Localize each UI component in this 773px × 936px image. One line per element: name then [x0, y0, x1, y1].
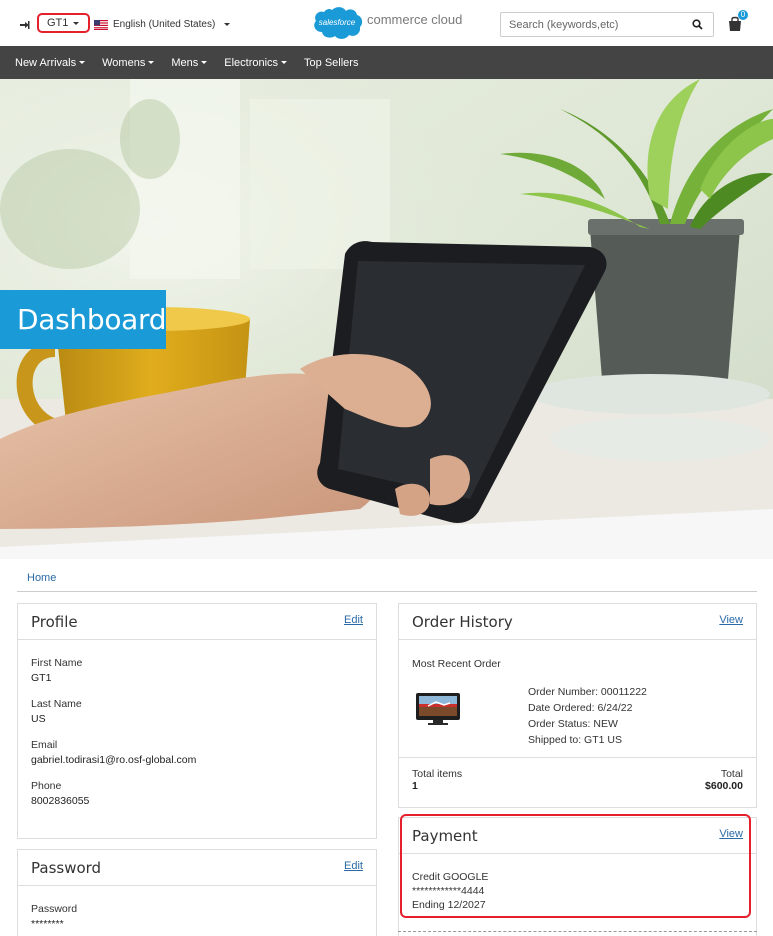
nav-item-electronics[interactable]: Electronics	[224, 56, 288, 69]
password-card-body: Password ********	[18, 886, 376, 936]
date-ordered: Date Ordered: 6/24/22	[528, 702, 633, 714]
shipped-to: Shipped to: GT1 US	[528, 734, 622, 746]
user-dropdown-button[interactable]: GT1	[37, 13, 91, 33]
profile-card-body: First Name GT1 Last Name US Email gabrie…	[18, 640, 376, 834]
logo-text: commerce cloud	[367, 11, 463, 27]
chevron-down-icon	[79, 61, 86, 64]
nav-item-label: New Arrivals	[15, 56, 77, 69]
search-icon[interactable]	[687, 15, 707, 35]
chevron-down-icon	[201, 61, 208, 64]
order-history-header: Order History View	[399, 604, 756, 640]
password-edit-link[interactable]: Edit	[344, 860, 363, 872]
user-name: GT1	[47, 17, 69, 29]
password-label: Password	[31, 903, 78, 915]
breadcrumb: Home	[17, 564, 757, 592]
language-selector[interactable]: English (United States)	[94, 19, 231, 30]
nav-item-new-arrivals[interactable]: New Arrivals	[15, 56, 86, 69]
tv-product-image	[414, 692, 462, 726]
order-total-label: Total	[720, 768, 743, 780]
profile-title: Profile	[31, 612, 78, 631]
total-items-label: Total items	[412, 768, 463, 780]
nav-item-mens[interactable]: Mens	[171, 56, 208, 69]
order-history-body: Most Recent Order Order Number: 00011222…	[399, 640, 756, 762]
order-info: Order Number: 00011222 Date Ordered: 6/2…	[528, 684, 647, 748]
nav-item-label: Womens	[102, 56, 146, 69]
sign-in-icon	[20, 20, 30, 30]
language-label: English (United States)	[113, 19, 216, 30]
minicart-button[interactable]: 0	[726, 10, 748, 34]
us-flag-icon	[94, 19, 108, 30]
password-card-header: Password Edit	[18, 850, 376, 886]
first-name-value: GT1	[31, 672, 52, 684]
search-box	[500, 12, 714, 37]
phone-label: Phone	[31, 780, 62, 792]
page-title: Dashboard	[0, 290, 167, 349]
order-history-title: Order History	[412, 612, 513, 631]
phone-value: 8002836055	[31, 795, 90, 807]
total-items: Total items 1	[412, 768, 462, 792]
password-title: Password	[31, 858, 102, 877]
nav-item-label: Electronics	[224, 56, 279, 69]
order-number: Order Number: 00011222	[528, 686, 647, 698]
order-history-card: Order History View Most Recent Order Ord…	[398, 603, 757, 808]
site-logo[interactable]: salesforce commerce cloud	[311, 5, 462, 41]
email-label: Email	[31, 739, 58, 751]
chevron-down-icon	[73, 21, 80, 25]
profile-card-header: Profile Edit	[18, 604, 376, 640]
chevron-down-icon	[224, 23, 231, 26]
main-navigation: New Arrivals Womens Mens Electronics Top…	[0, 46, 773, 79]
order-totals: Total items 1 Total $600.00	[399, 757, 756, 802]
most-recent-order-label: Most Recent Order	[412, 658, 501, 670]
first-name-label: First Name	[31, 657, 83, 669]
nav-item-womens[interactable]: Womens	[102, 56, 155, 69]
recent-order-summary[interactable]: Order Number: 00011222 Date Ordered: 6/2…	[412, 684, 743, 748]
salesforce-cloud-logo: salesforce	[311, 5, 363, 41]
chevron-down-icon	[281, 61, 288, 64]
order-total: Total $600.00	[705, 768, 743, 792]
email-value: gabriel.todirasi1@ro.osf-global.com	[31, 754, 197, 766]
payment-highlight	[400, 814, 751, 918]
order-status: Order Status: NEW	[528, 718, 618, 730]
logo-cloud-text: salesforce	[318, 17, 356, 27]
password-card: Password Edit Password ********	[17, 849, 377, 936]
last-name-value: US	[31, 713, 46, 725]
order-history-view-link[interactable]: View	[719, 614, 743, 626]
cart-count-badge: 0	[738, 10, 748, 20]
last-name-label: Last Name	[31, 698, 82, 710]
hero-banner: Dashboard	[0, 79, 773, 559]
nav-item-label: Mens	[171, 56, 199, 69]
profile-edit-link[interactable]: Edit	[344, 614, 363, 626]
breadcrumb-home-link[interactable]: Home	[27, 572, 56, 584]
divider	[398, 931, 757, 932]
user-menu[interactable]: GT1	[20, 13, 91, 33]
password-value: ********	[31, 918, 64, 930]
site-header: GT1 English (United States) salesforce c…	[0, 0, 773, 46]
nav-item-top-sellers[interactable]: Top Sellers	[304, 57, 358, 69]
search-input[interactable]	[501, 13, 687, 36]
profile-card: Profile Edit First Name GT1 Last Name US…	[17, 603, 377, 839]
order-total-value: $600.00	[705, 780, 743, 792]
chevron-down-icon	[148, 61, 155, 64]
nav-item-label: Top Sellers	[304, 56, 359, 69]
total-items-value: 1	[412, 780, 418, 792]
